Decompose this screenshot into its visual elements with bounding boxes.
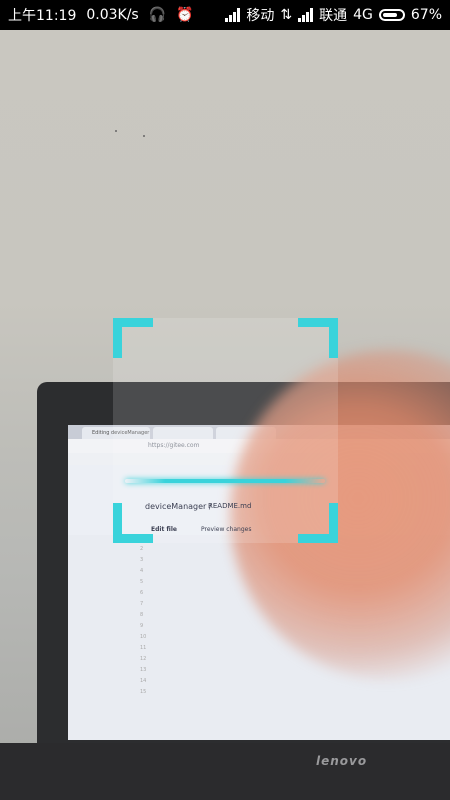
line-number: 15: [140, 689, 147, 695]
line-number: 6: [140, 590, 144, 596]
line-number: 4: [140, 568, 144, 574]
carrier-2: 联通: [319, 8, 348, 24]
line-number: 9: [140, 623, 144, 629]
scanner-corner-top-left: [113, 318, 153, 358]
scan-line: [125, 479, 325, 483]
file-name: README.md: [208, 502, 252, 510]
line-number: 7: [140, 601, 144, 607]
line-number: 13: [140, 667, 147, 673]
line-number: 12: [140, 656, 147, 662]
preview-changes-tab: Preview changes: [201, 526, 252, 533]
lenovo-logo: lenovo: [316, 754, 368, 768]
scanner-frame: deviceManager / README.md Edit file Prev…: [113, 318, 338, 543]
laptop-base: [0, 743, 450, 800]
carrier-1: 移动: [246, 8, 275, 24]
code-line: 15: [140, 689, 440, 700]
data-arrows-icon: ⇅: [280, 7, 293, 23]
camera-preview: Editing deviceManager https://gitee.com …: [0, 30, 450, 800]
signal-icon: [225, 8, 241, 22]
line-number: 8: [140, 612, 144, 618]
status-bar: 上午11:19 0.03K/s 🎧 ⏰ 移动 ⇅ 联通 4G 67%: [0, 0, 450, 30]
line-number: 5: [140, 579, 144, 585]
line-number: 2: [140, 546, 144, 552]
scanner-corner-bottom-right: [298, 503, 338, 543]
scanner-corner-top-right: [298, 318, 338, 358]
status-time: 上午11:19: [8, 8, 77, 24]
battery-icon: [378, 9, 405, 21]
line-number: 11: [140, 645, 147, 651]
line-number: 3: [140, 557, 144, 563]
edit-file-tab: Edit file: [151, 526, 177, 533]
alarm-icon: ⏰: [176, 7, 194, 23]
network-type: 4G: [353, 7, 373, 23]
signal-icon-2: [298, 8, 314, 22]
network-speed: 0.03K/s: [86, 7, 139, 23]
repo-name: deviceManager /: [145, 502, 212, 511]
wall-spot: [115, 130, 117, 132]
battery-level: 67%: [410, 7, 442, 23]
wall-spot: [143, 135, 145, 137]
headphones-icon: 🎧: [148, 7, 167, 23]
line-number: 10: [140, 634, 147, 640]
line-number: 14: [140, 678, 147, 684]
